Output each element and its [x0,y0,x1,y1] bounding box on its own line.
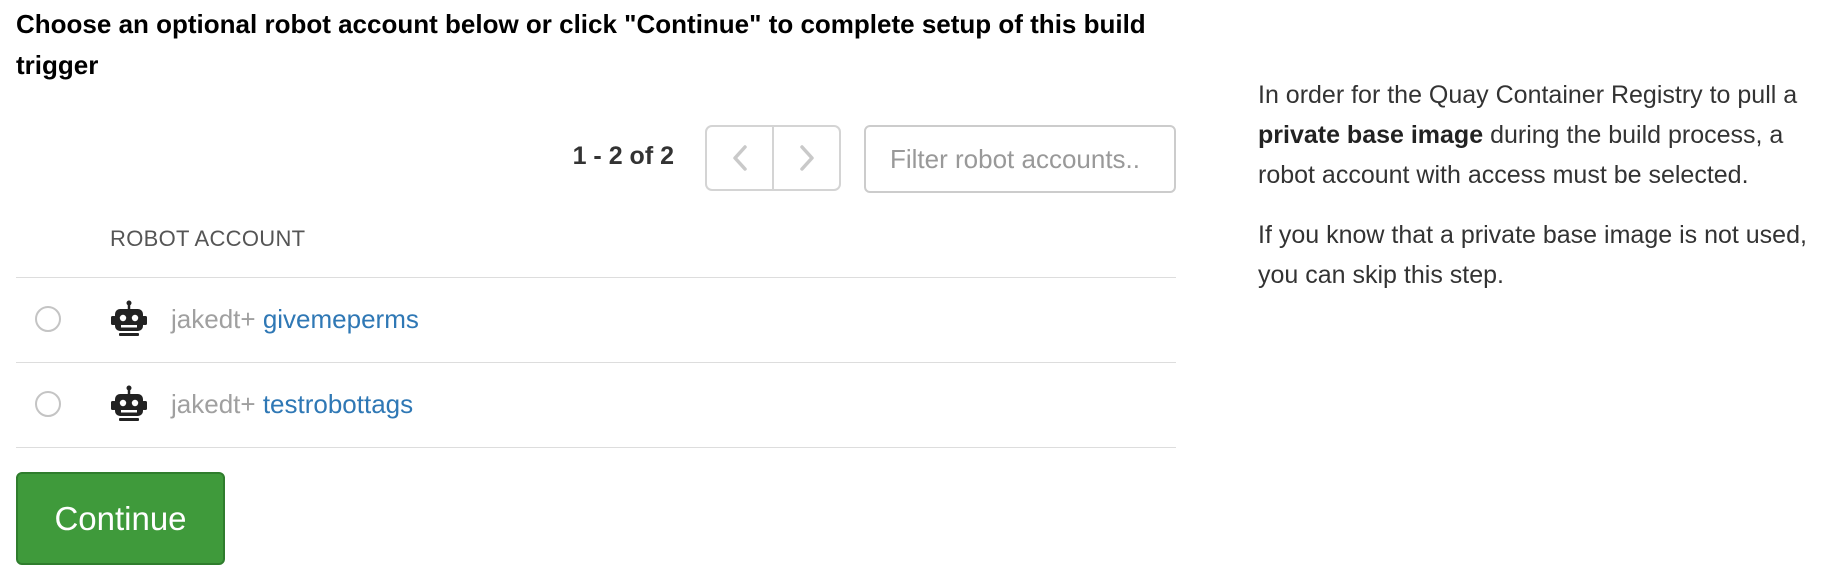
help-text-segment: In order for the Quay Container Registry… [1258,81,1798,109]
robot-account-name: jakedt+ testrobottags [171,387,413,421]
robot-icon [111,300,147,336]
column-header-robot-account: ROBOT ACCOUNT [110,226,306,251]
robot-namespace-prefix: jakedt+ [171,304,256,334]
help-paragraph-private-image: In order for the Quay Container Registry… [1258,75,1818,195]
filter-robot-accounts-input[interactable] [864,125,1176,193]
continue-button[interactable]: Continue [16,472,225,565]
table-row[interactable]: jakedt+ givemeperms [16,278,1176,362]
next-page-button[interactable] [772,127,839,189]
help-text: In order for the Quay Container Registry… [1258,75,1818,315]
chevron-right-icon [799,145,814,171]
robot-select-radio[interactable] [35,391,61,417]
robot-shortname-link[interactable]: givemeperms [263,304,419,334]
help-paragraph-skip: If you know that a private base image is… [1258,221,1807,289]
pagination-controls [705,125,841,191]
chevron-left-icon [732,145,747,171]
robot-namespace-prefix: jakedt+ [171,389,256,419]
robot-selection-page: Choose an optional robot account below o… [0,0,1822,574]
page-title: Choose an optional robot account below o… [16,9,1146,80]
table-row[interactable]: jakedt+ testrobottags [16,363,1176,447]
robot-select-radio[interactable] [35,306,61,332]
help-text-emphasis: private base image [1258,121,1484,149]
previous-page-button[interactable] [707,127,772,189]
robot-shortname-link[interactable]: testrobottags [263,389,413,419]
robot-account-name: jakedt+ givemeperms [171,302,419,336]
robot-icon [111,385,147,421]
table-divider [16,447,1176,448]
pagination-count: 1 - 2 of 2 [572,142,674,170]
